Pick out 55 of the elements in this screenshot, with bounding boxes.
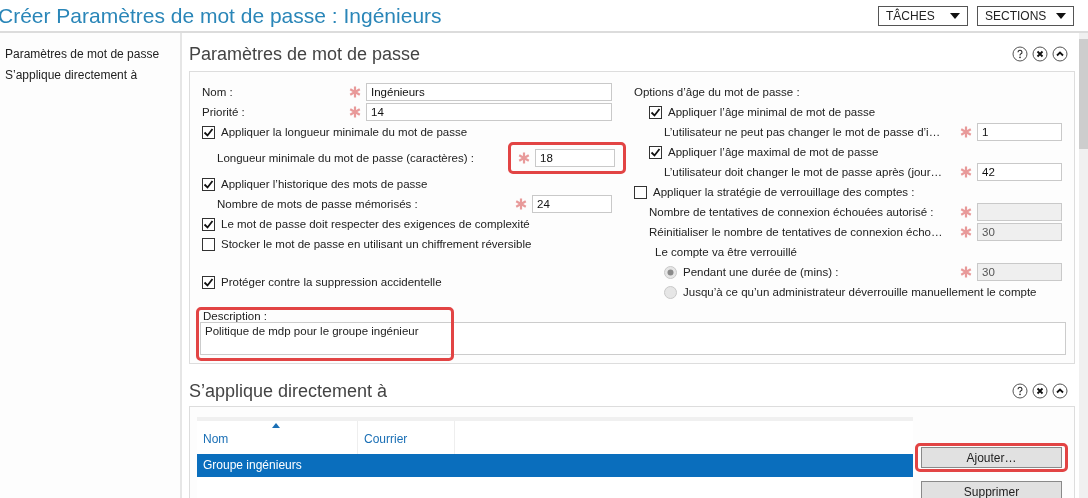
menu-dropdown[interactable]: TÂCHES — [878, 5, 968, 26]
checkbox[interactable] — [202, 125, 215, 139]
field-label: L’utilisateur ne peut pas changer le mot de passe d’i… — [664, 126, 942, 138]
checkbox[interactable] — [202, 217, 215, 231]
text-field[interactable]: 42 — [977, 163, 1062, 181]
description-field[interactable]: Politique de mdp pour le groupe ingénieur — [200, 322, 1066, 355]
close-icon[interactable] — [1032, 383, 1048, 399]
field-label: Réinitialiser le nombre de tentatives de connexion écho… — [649, 226, 944, 238]
field-label: Priorité : — [202, 106, 246, 118]
action-button[interactable]: Supprimer — [921, 481, 1062, 498]
field-label: Longueur minimale du mot de passe (caractères) : — [217, 152, 475, 164]
checkbox-label: Stocker le mot de passe en utilisant un chiffrement réversible — [221, 238, 532, 250]
action-button[interactable]: Ajouter… — [921, 447, 1062, 468]
checkbox[interactable] — [202, 275, 215, 289]
text-field[interactable]: 14 — [366, 103, 612, 121]
field-label: Nom : — [202, 86, 234, 98]
section-title: Paramètres de mot de passe — [189, 43, 421, 65]
help-icon[interactable] — [1012, 383, 1028, 399]
checkbox[interactable] — [649, 105, 662, 119]
help-icon[interactable] — [1012, 46, 1028, 62]
description-label: Description : — [202, 310, 268, 322]
checkbox[interactable] — [649, 145, 662, 159]
menu-dropdown[interactable]: SECTIONS — [977, 5, 1074, 26]
field-label: L’utilisateur doit changer le mot de passe après (jour… — [664, 166, 944, 178]
checkbox[interactable] — [202, 177, 215, 191]
field-label: Jusqu’à ce qu’un administrateur déverrouille manuellement le compte — [683, 286, 1038, 298]
checkbox-label: Appliquer l’âge minimal de mot de passe — [668, 106, 876, 118]
checkbox[interactable] — [202, 237, 215, 251]
collapse-icon[interactable] — [1052, 383, 1068, 399]
group-label: Options d’âge du mot de passe : — [634, 86, 800, 98]
close-icon[interactable] — [1032, 46, 1048, 62]
group-label: Le compte va être verrouillé — [655, 246, 797, 258]
field-label: Nombre de mots de passe mémorisés : — [217, 198, 419, 210]
nav-item[interactable]: S’applique directement à — [0, 65, 180, 86]
checkbox-label: Le mot de passe doit respecter des exigences de complexité — [221, 218, 530, 230]
caret-icon — [1056, 12, 1066, 19]
caret-icon — [950, 12, 960, 19]
checkbox[interactable] — [634, 185, 647, 199]
text-field[interactable]: 24 — [532, 195, 612, 213]
table-row[interactable]: Groupe ingénieurs — [197, 454, 913, 477]
scrollbar-thumb[interactable] — [1079, 39, 1088, 149]
field-label: Pendant une durée de (mins) : — [683, 266, 840, 278]
checkbox-label: Appliquer la stratégie de verrouillage des comptes : — [653, 186, 915, 198]
checkbox-label: Protéger contre la suppression accidentelle — [221, 276, 442, 288]
section-title: S’applique directement à — [189, 380, 388, 402]
checkbox-label: Appliquer l’âge maximal de mot de passe — [668, 146, 879, 158]
collapse-icon[interactable] — [1052, 46, 1068, 62]
scrollbar[interactable] — [1079, 33, 1088, 498]
text-field[interactable]: Ingénieurs — [366, 83, 612, 101]
text-field[interactable]: 1 — [977, 123, 1062, 141]
text-field[interactable]: 18 — [535, 149, 615, 167]
nav-item[interactable]: Paramètres de mot de passe — [0, 44, 180, 65]
checkbox-label: Appliquer l’historique des mots de passe — [221, 178, 428, 190]
checkbox-label: Appliquer la longueur minimale du mot de passe — [221, 126, 468, 138]
field-label: Nombre de tentatives de connexion échouées autorisé : — [649, 206, 935, 218]
